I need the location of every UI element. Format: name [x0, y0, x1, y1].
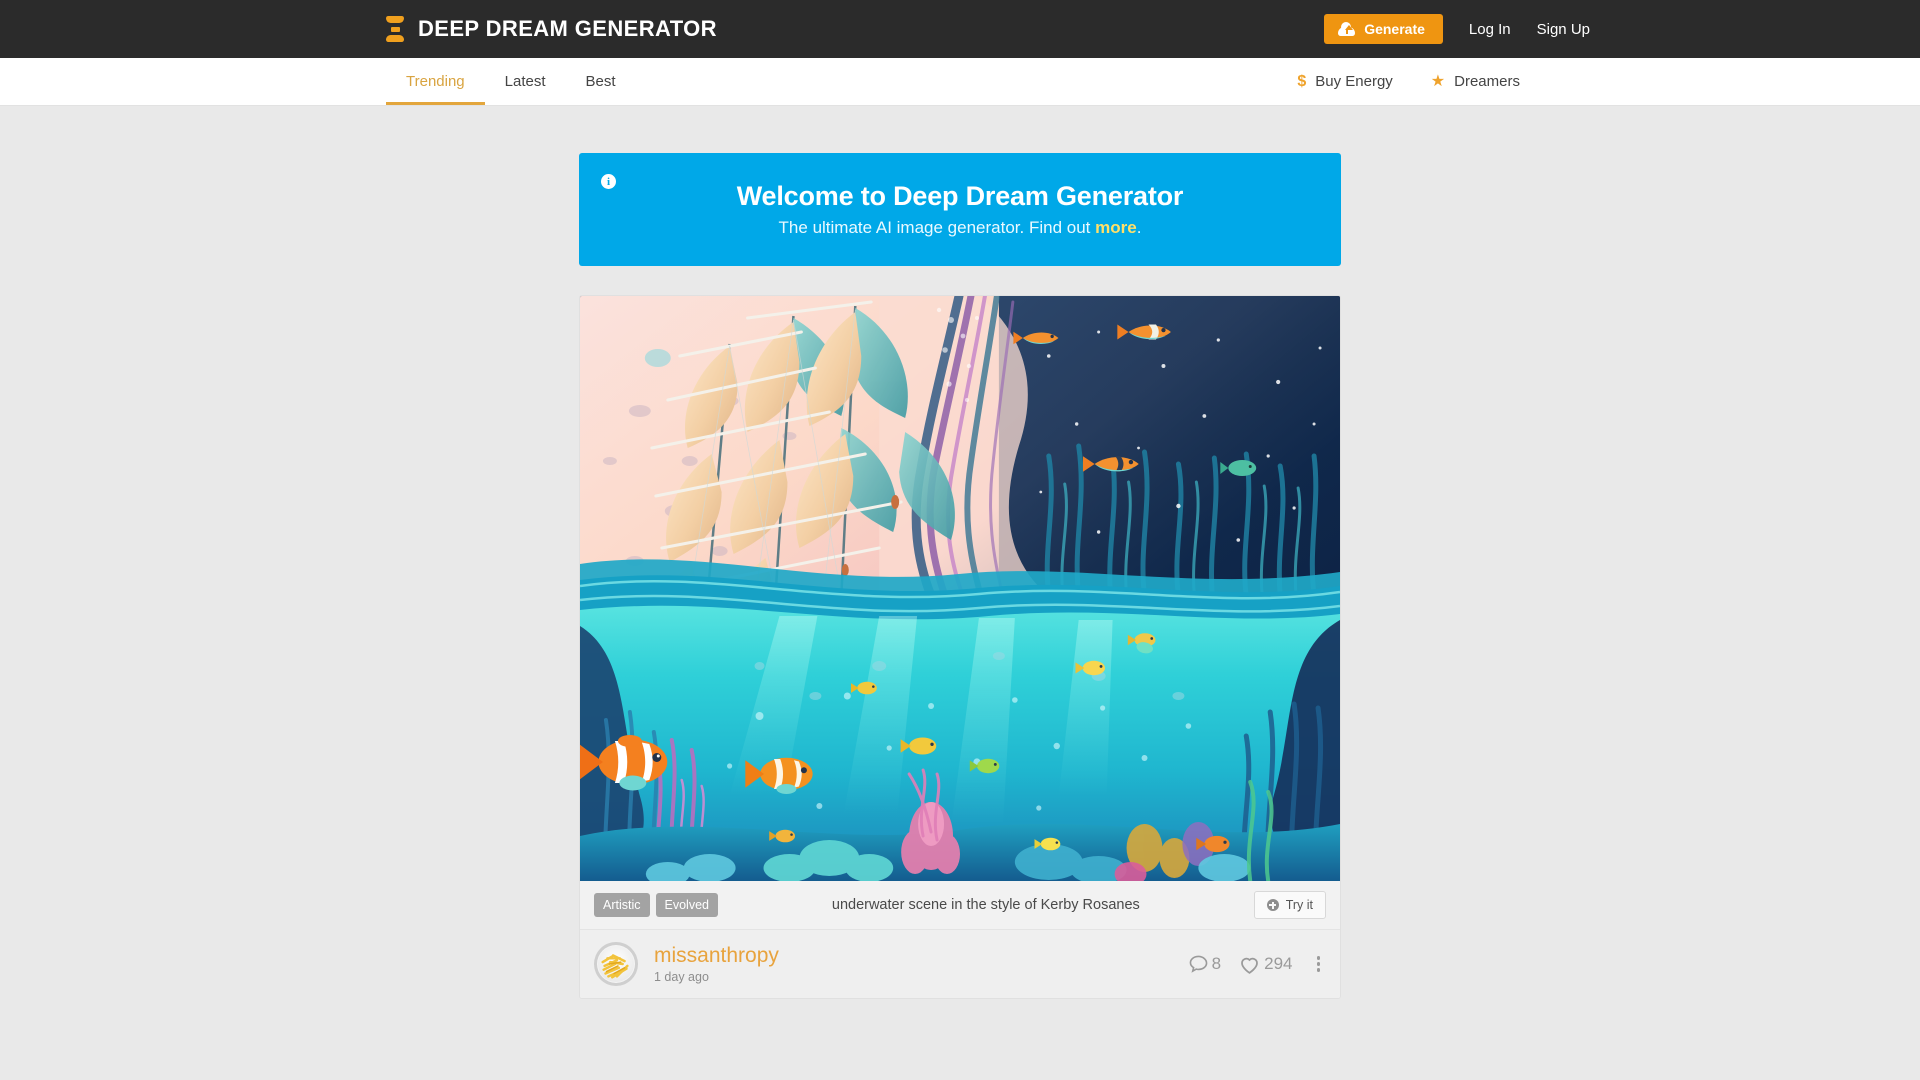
top-bar: DEEP DREAM GENERATOR Generate Log In Sig…	[0, 0, 1920, 58]
banner-subtitle-period: .	[1136, 218, 1142, 237]
generate-button[interactable]: Generate	[1324, 14, 1443, 44]
sub-nav: Trending Latest Best $ Buy Energy ★ Drea…	[0, 58, 1920, 106]
login-link[interactable]: Log In	[1469, 21, 1511, 38]
plus-circle-icon	[1266, 899, 1279, 911]
likes-count: 294	[1264, 954, 1293, 973]
banner-title: Welcome to Deep Dream Generator	[736, 181, 1184, 211]
comment-bubble-icon	[1189, 955, 1208, 973]
dollar-icon: $	[1297, 72, 1307, 90]
comments-stat[interactable]: 8	[1187, 953, 1221, 976]
author-info: missanthropy 1 day ago	[654, 944, 779, 984]
dreamers-link[interactable]: ★ Dreamers	[1431, 73, 1520, 90]
buy-energy-link[interactable]: $ Buy Energy	[1297, 73, 1392, 91]
brand-logo[interactable]: DEEP DREAM GENERATOR	[386, 16, 717, 42]
hourglass-bars-icon	[386, 16, 404, 42]
top-bar-actions: Generate Log In Sign Up	[1324, 14, 1590, 44]
tag-artistic[interactable]: Artistic	[594, 893, 650, 917]
welcome-banner: i Welcome to Deep Dream Generator The ul…	[579, 153, 1341, 266]
author-timestamp: 1 day ago	[654, 970, 709, 985]
dream-meta-row: Artistic Evolved underwater scene in the…	[580, 881, 1340, 929]
dreamers-label: Dreamers	[1454, 73, 1520, 90]
buy-energy-label: Buy Energy	[1315, 73, 1393, 90]
page-body: i Welcome to Deep Dream Generator The ul…	[0, 106, 1920, 1080]
avatar[interactable]	[594, 942, 638, 986]
tag-evolved[interactable]: Evolved	[655, 893, 718, 917]
dream-image[interactable]	[580, 296, 1340, 881]
sub-nav-tabs: Trending Latest Best	[386, 58, 636, 105]
tab-best[interactable]: Best	[566, 58, 636, 105]
try-it-button[interactable]: Try it	[1253, 891, 1326, 919]
content-column: i Welcome to Deep Dream Generator The ul…	[579, 106, 1341, 999]
star-icon: ★	[1430, 72, 1446, 90]
comments-count: 8	[1211, 954, 1222, 973]
kebab-menu-icon[interactable]	[1311, 952, 1327, 976]
banner-subtitle-text: The ultimate AI image generator. Find ou…	[778, 218, 1096, 237]
cloud-upload-icon	[1338, 21, 1356, 36]
dream-stats: 8 294	[1187, 952, 1326, 977]
tab-trending[interactable]: Trending	[386, 58, 485, 105]
author-name[interactable]: missanthropy	[654, 944, 779, 967]
signup-link[interactable]: Sign Up	[1537, 21, 1590, 38]
banner-more-link[interactable]: more	[1095, 218, 1137, 237]
heart-icon	[1241, 957, 1259, 974]
likes-stat[interactable]: 294	[1237, 952, 1293, 977]
tab-latest[interactable]: Latest	[485, 58, 566, 105]
dream-tags: Artistic Evolved	[594, 893, 718, 917]
dream-author-row: missanthropy 1 day ago 8 294	[580, 929, 1340, 998]
generate-button-label: Generate	[1364, 21, 1425, 37]
info-icon: i	[601, 174, 616, 189]
try-it-label: Try it	[1285, 898, 1313, 912]
sub-nav-links: $ Buy Energy ★ Dreamers	[1297, 58, 1520, 105]
brand-name: DEEP DREAM GENERATOR	[418, 16, 717, 41]
avatar-image	[597, 945, 635, 983]
dream-caption: underwater scene in the style of Kerby R…	[831, 897, 1140, 913]
banner-subtitle: The ultimate AI image generator. Find ou…	[779, 218, 1142, 238]
dream-card: Artistic Evolved underwater scene in the…	[579, 295, 1341, 999]
